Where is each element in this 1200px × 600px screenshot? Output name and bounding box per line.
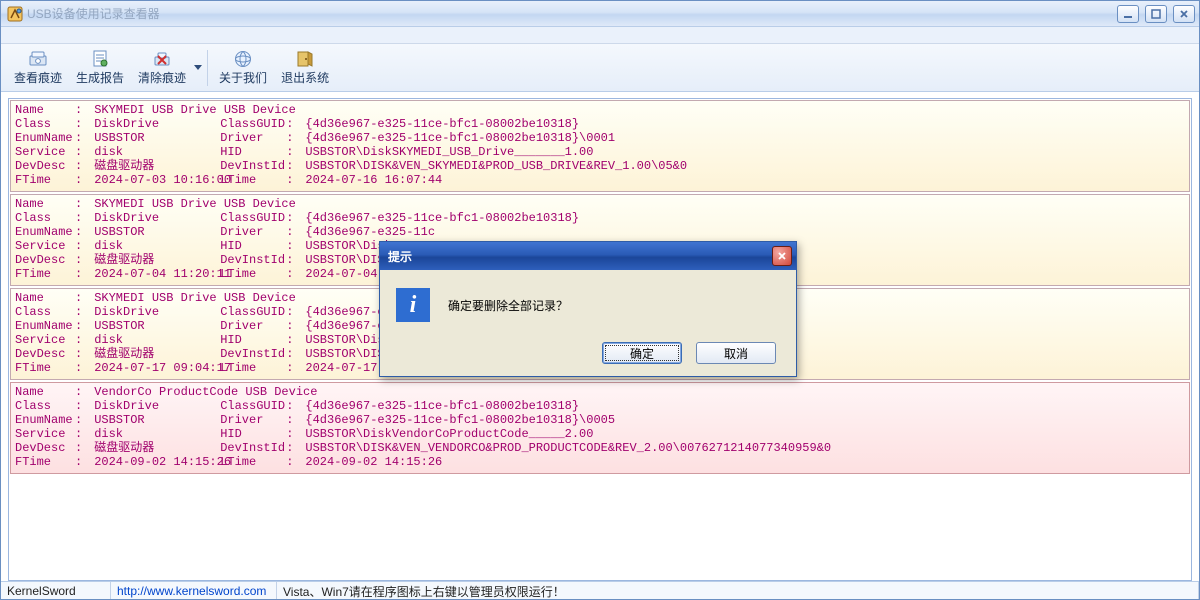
record-value: disk — [94, 239, 214, 253]
record-value: disk — [94, 333, 214, 347]
dialog-cancel-button[interactable]: 取消 — [696, 342, 776, 364]
record-value: 2024-07-03 10:16:00 — [94, 173, 214, 187]
about-label: 关于我们 — [219, 69, 267, 86]
record-value: USBSTOR\DiskVendorCoProductCode_____2.00 — [305, 427, 593, 441]
record-item[interactable]: Name: SKYMEDI USB Drive USB DeviceClass:… — [10, 100, 1190, 192]
record-value: USBSTOR — [94, 319, 214, 333]
dialog-title-text: 提示 — [388, 248, 412, 265]
dialog-message: 确定要删除全部记录？ — [448, 297, 568, 314]
toolbar-separator — [207, 50, 208, 86]
record-value: {4d36e967-e325-11ce-bfc1-08002be10318} — [305, 117, 579, 131]
record-value: 2024-07-17 09:04:17 — [94, 361, 214, 375]
record-value: USBSTOR — [94, 131, 214, 145]
record-value: VendorCo ProductCode USB Device — [94, 385, 214, 399]
record-value: DiskDrive — [94, 117, 214, 131]
record-value: {4d36e967-e325-11ce-bfc1-08002be10318} — [305, 211, 579, 225]
record-value: DiskDrive — [94, 399, 214, 413]
clear-traces-icon — [152, 50, 172, 69]
window-title: USB设备使用记录查看器 — [27, 5, 160, 22]
toolbar: 查看痕迹 生成报告 — [1, 44, 1199, 92]
record-value: 磁盘驱动器 — [94, 347, 214, 361]
exit-button[interactable]: 退出系统 — [274, 47, 336, 89]
clear-traces-button[interactable]: 清除痕迹 — [131, 47, 193, 89]
record-value: USBSTOR — [94, 413, 214, 427]
record-value: USBSTOR\DiskSKYMEDI_USB_Drive_______1.00 — [305, 145, 593, 159]
view-traces-icon — [28, 50, 48, 69]
record-value: SKYMEDI USB Drive USB Device — [94, 103, 214, 117]
title-bar: USB设备使用记录查看器 — [1, 1, 1199, 27]
status-hint: Vista、Win7请在程序图标上右键以管理员权限运行！ — [277, 582, 1199, 599]
info-icon: i — [396, 288, 430, 322]
record-value: 2024-09-02 14:15:26 — [305, 455, 442, 469]
record-value: USBSTOR\DISK&VEN_SKYMEDI&PROD_USB_DRIVE&… — [305, 159, 687, 173]
record-value: SKYMEDI USB Drive USB Device — [94, 197, 214, 211]
maximize-button[interactable] — [1145, 5, 1167, 23]
status-bar: KernelSword http://www.kernelsword.com V… — [1, 581, 1199, 599]
clear-traces-dropdown[interactable] — [193, 65, 203, 71]
record-value: {4d36e967-e325-11ce-bfc1-08002be10318}\0… — [305, 413, 615, 427]
record-value: disk — [94, 427, 214, 441]
record-value: 2024-07-04 11:20:11 — [94, 267, 214, 281]
report-button[interactable]: 生成报告 — [69, 47, 131, 89]
view-traces-label: 查看痕迹 — [14, 69, 62, 86]
record-value: 磁盘驱动器 — [94, 159, 214, 173]
confirm-dialog: 提示 i 确定要删除全部记录？ 确定 取消 — [379, 241, 797, 377]
record-value: {4d36e967-e325-11ce-bfc1-08002be10318} — [305, 399, 579, 413]
report-icon — [90, 50, 110, 69]
record-value: {4d36e967-e325-11ce-bfc1-08002be10318}\0… — [305, 131, 615, 145]
record-value: {4d36e967-e325-11c — [305, 225, 435, 239]
record-value: 2024-09-02 14:15:26 — [94, 455, 214, 469]
record-value: USBSTOR — [94, 225, 214, 239]
status-url-link[interactable]: http://www.kernelsword.com — [117, 584, 266, 598]
menu-gripper — [1, 27, 1199, 44]
record-value: disk — [94, 145, 214, 159]
status-brand: KernelSword — [1, 582, 111, 599]
dialog-ok-button[interactable]: 确定 — [602, 342, 682, 364]
close-button[interactable] — [1173, 5, 1195, 23]
exit-icon — [295, 50, 315, 69]
exit-label: 退出系统 — [281, 69, 329, 86]
record-value: DiskDrive — [94, 211, 214, 225]
record-value: SKYMEDI USB Drive USB Device — [94, 291, 214, 305]
minimize-button[interactable] — [1117, 5, 1139, 23]
record-value: 磁盘驱动器 — [94, 441, 214, 455]
view-traces-button[interactable]: 查看痕迹 — [7, 47, 69, 89]
dialog-titlebar[interactable]: 提示 — [380, 242, 796, 270]
record-value: 2024-07-16 16:07:44 — [305, 173, 442, 187]
record-value: DiskDrive — [94, 305, 214, 319]
app-icon — [7, 6, 23, 22]
report-label: 生成报告 — [76, 69, 124, 86]
about-icon — [233, 50, 253, 69]
record-value: USBSTOR\DISK&VEN_VENDORCO&PROD_PRODUCTCO… — [305, 441, 831, 455]
dialog-close-button[interactable] — [772, 246, 792, 266]
about-button[interactable]: 关于我们 — [212, 47, 274, 89]
clear-traces-label: 清除痕迹 — [138, 69, 186, 86]
record-value: 磁盘驱动器 — [94, 253, 214, 267]
record-item[interactable]: Name: VendorCo ProductCode USB DeviceCla… — [10, 382, 1190, 474]
